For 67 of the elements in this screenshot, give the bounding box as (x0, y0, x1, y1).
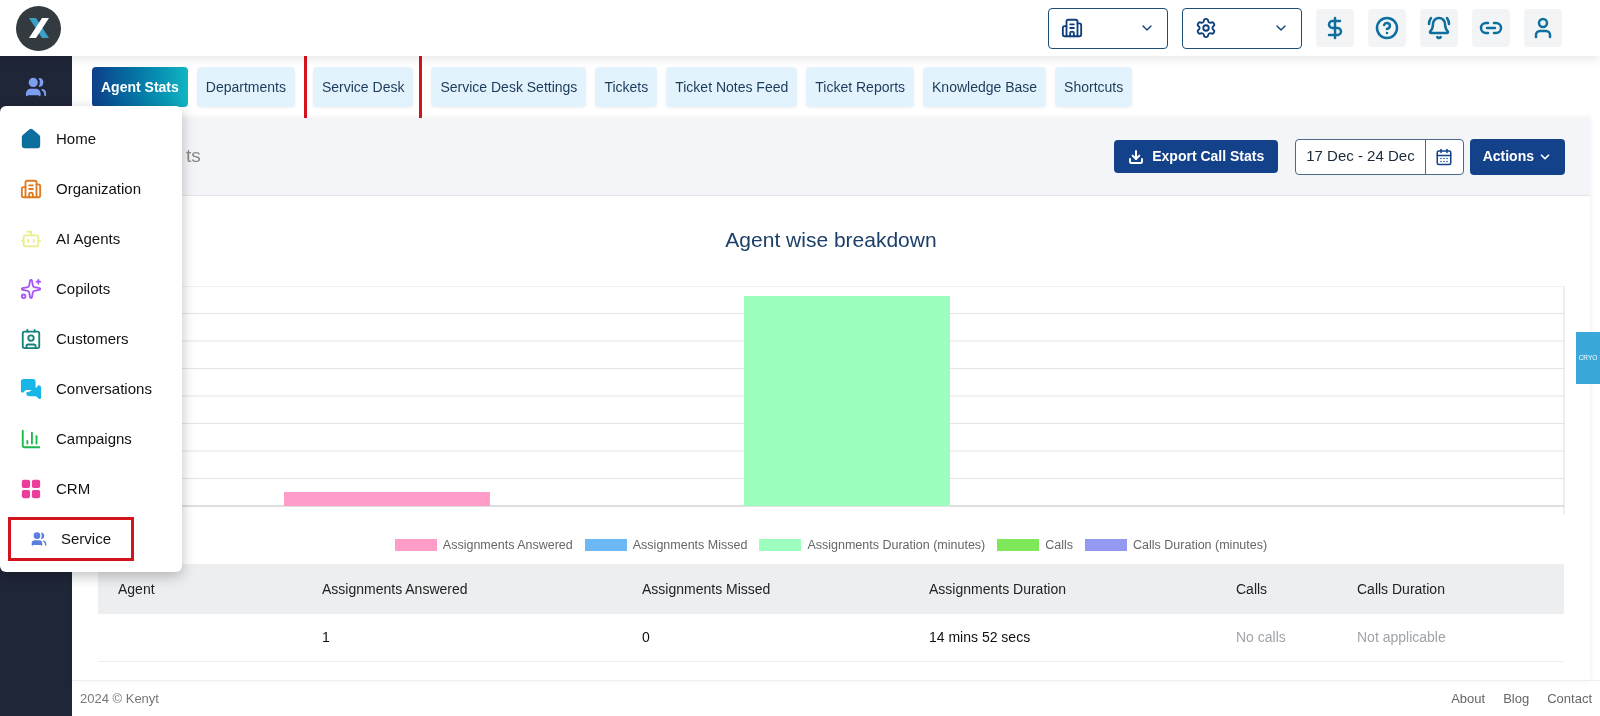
chart-title: Agent wise breakdown (725, 227, 937, 253)
sparkle-icon (20, 278, 42, 300)
bar-chart-icon (20, 428, 42, 450)
help-icon (1375, 16, 1399, 40)
chat-icon (20, 378, 42, 400)
tab[interactable]: Agent Stats (92, 67, 188, 107)
column-header: Assignments Missed (642, 580, 771, 597)
footer-link[interactable]: Blog (1503, 688, 1530, 709)
legend-label: Calls (1045, 536, 1074, 554)
tab[interactable]: Departments (196, 67, 295, 107)
column-header: Assignments Duration (929, 580, 1066, 597)
tab[interactable]: Service Desk Settings (431, 67, 587, 107)
download-icon (1128, 148, 1145, 165)
tab[interactable]: Tickets (595, 67, 658, 107)
copyright-text: 2024 © Kenyt (80, 689, 159, 708)
legend-label: Assignments Answered (442, 536, 573, 554)
menu-item[interactable]: Organization (0, 170, 182, 208)
grid-icon (20, 478, 42, 500)
contact-card-icon (20, 328, 42, 350)
legend-label: Calls Duration (minutes) (1133, 536, 1268, 554)
menu-item[interactable]: AI Agents (0, 220, 182, 258)
users-icon[interactable] (25, 76, 47, 98)
link-button[interactable] (1472, 9, 1510, 47)
tab[interactable]: Service Desk (312, 67, 414, 107)
building-icon (1061, 17, 1083, 39)
date-range-field[interactable]: 17 Dec - 24 Dec (1295, 138, 1464, 175)
column-header: Calls (1236, 580, 1268, 597)
table-cell: No calls (1236, 629, 1286, 646)
dropdown-selector[interactable] (1182, 7, 1302, 49)
tab[interactable]: Ticket Notes Feed (666, 67, 798, 107)
menu-item[interactable]: Service (11, 520, 131, 558)
table-cell: 14 mins 52 secs (929, 629, 1031, 646)
bell-button[interactable] (1420, 9, 1458, 47)
column-header: Agent (118, 580, 155, 597)
building-icon (20, 178, 42, 200)
table-cell: Not applicable (1357, 629, 1446, 646)
menu-item[interactable]: Copilots (0, 270, 182, 308)
tab[interactable]: Shortcuts (1055, 67, 1133, 107)
menu-item[interactable]: CRM (0, 470, 182, 508)
dropdown-selector[interactable] (1048, 7, 1168, 49)
menu-item[interactable]: Home (0, 120, 182, 158)
gear-icon (1195, 17, 1217, 39)
table-cell: 1 (322, 629, 330, 646)
tab[interactable]: Ticket Reports (806, 67, 915, 107)
menu-item[interactable]: Conversations (0, 370, 182, 408)
tab[interactable]: Knowledge Base (923, 67, 1047, 107)
logo-icon[interactable] (16, 5, 61, 51)
legend-label: Assignments Duration (minutes) (807, 536, 986, 554)
actions-button[interactable]: Actions (1469, 138, 1565, 175)
home-icon (20, 128, 42, 150)
calendar-icon (1435, 147, 1454, 166)
menu-item[interactable]: Customers (0, 320, 182, 358)
help-button[interactable] (1368, 9, 1406, 47)
dollar-button[interactable] (1316, 9, 1354, 47)
panel-title: ts (186, 144, 201, 169)
export-button[interactable]: Export Call Stats (1114, 140, 1279, 173)
robot-icon (20, 228, 42, 250)
menu-item[interactable]: Campaigns (0, 420, 182, 458)
footer-link[interactable]: Contact (1547, 688, 1592, 709)
legend-label: Assignments Missed (632, 536, 748, 554)
column-header: Calls Duration (1357, 580, 1445, 597)
user-button[interactable] (1524, 9, 1562, 47)
column-header: Assignments Answered (322, 580, 468, 597)
date-range-value: 17 Dec - 24 Dec (1305, 146, 1416, 167)
footer-link[interactable]: About (1451, 688, 1486, 709)
bell-icon (1427, 16, 1451, 40)
table-cell: 0 (642, 629, 650, 646)
